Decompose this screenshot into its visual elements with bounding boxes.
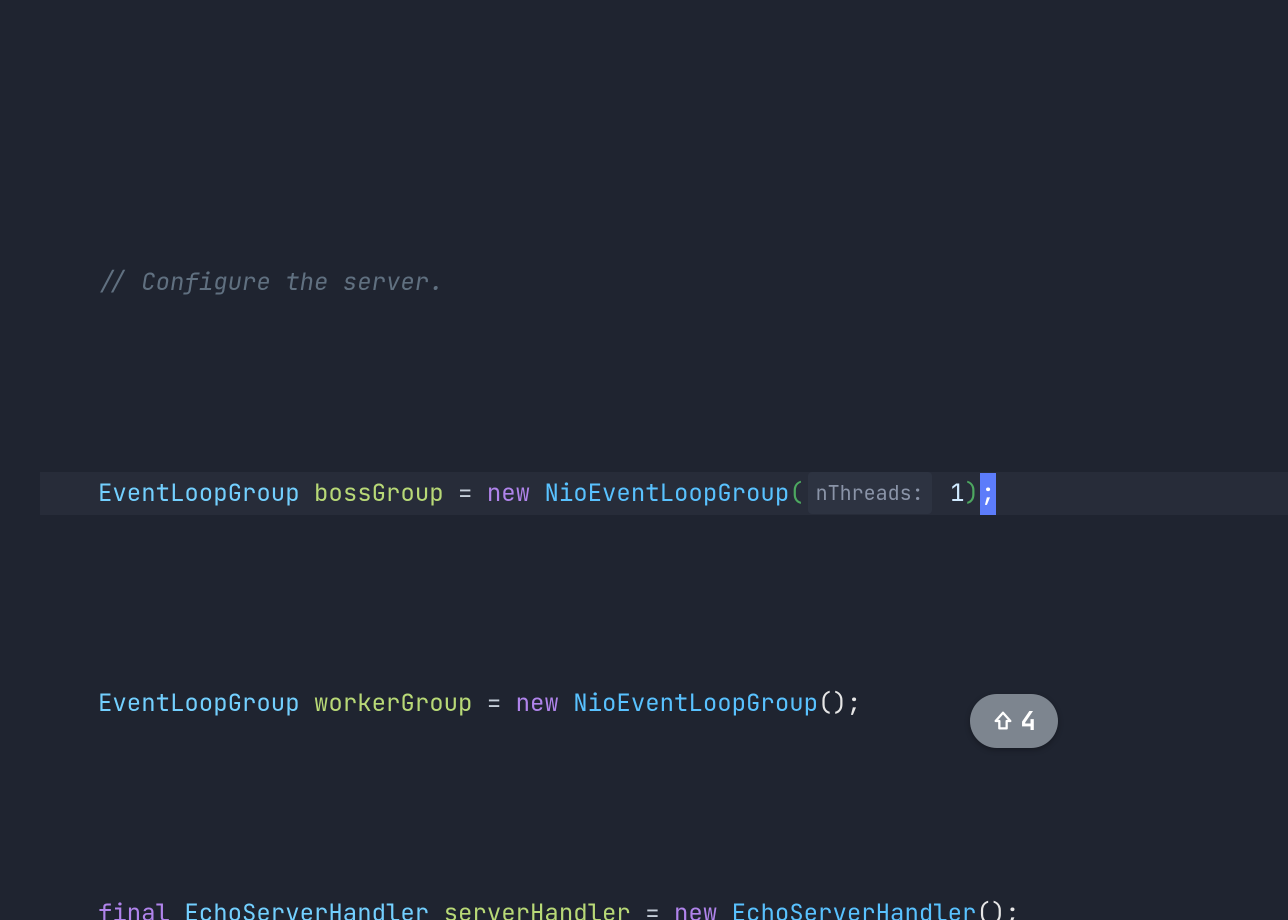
code-line[interactable]: // Configure the server. — [40, 262, 1288, 304]
author-count-pill[interactable]: 4 — [970, 694, 1058, 748]
author-count-label: 4 — [1020, 700, 1036, 742]
code-editor[interactable]: // Configure the server. EventLoopGroup … — [0, 0, 1288, 920]
code-line[interactable]: EventLoopGroup workerGroup = new NioEven… — [40, 683, 1288, 725]
code-line[interactable]: final EchoServerHandler serverHandler = … — [40, 893, 1288, 920]
inlay-hint: nThreads: — [808, 472, 932, 514]
comment: // Configure the server. — [98, 267, 444, 298]
shift-arrow-icon — [992, 710, 1014, 732]
code-line[interactable]: EventLoopGroup bossGroup = new NioEventL… — [40, 472, 1288, 515]
cursor: ; — [980, 473, 996, 515]
